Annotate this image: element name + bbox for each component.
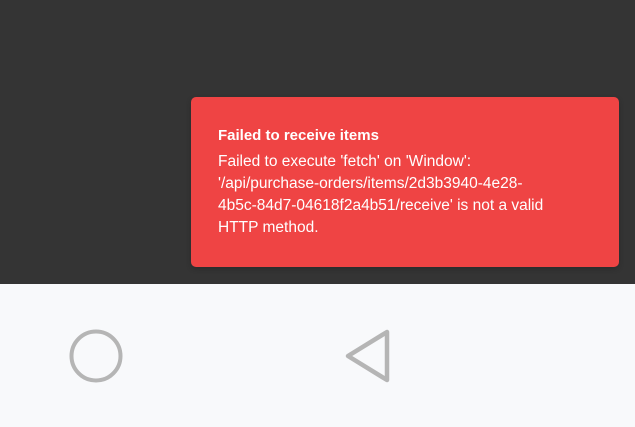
triangle-back-icon (345, 329, 390, 383)
toast-message-line: HTTP method. (218, 219, 319, 236)
toast-message-line: 4b5c-84d7-04618f2a4b51/receive' is not a… (218, 197, 544, 214)
system-navigation-bar (0, 284, 635, 427)
error-toast[interactable]: Failed to receive items Failed to execut… (191, 97, 619, 267)
toast-message-line: Failed to execute 'fetch' on 'Window': (218, 153, 472, 170)
toast-title: Failed to receive items (218, 127, 379, 144)
device-screen: Failed to receive items Failed to execut… (0, 0, 635, 427)
toast-message: Failed to execute 'fetch' on 'Window': '… (218, 151, 592, 239)
home-button[interactable] (64, 324, 128, 388)
back-button[interactable] (338, 324, 394, 388)
circle-icon (69, 329, 123, 383)
toast-message-line: '/api/purchase-orders/items/2d3b3940-4e2… (218, 175, 523, 192)
